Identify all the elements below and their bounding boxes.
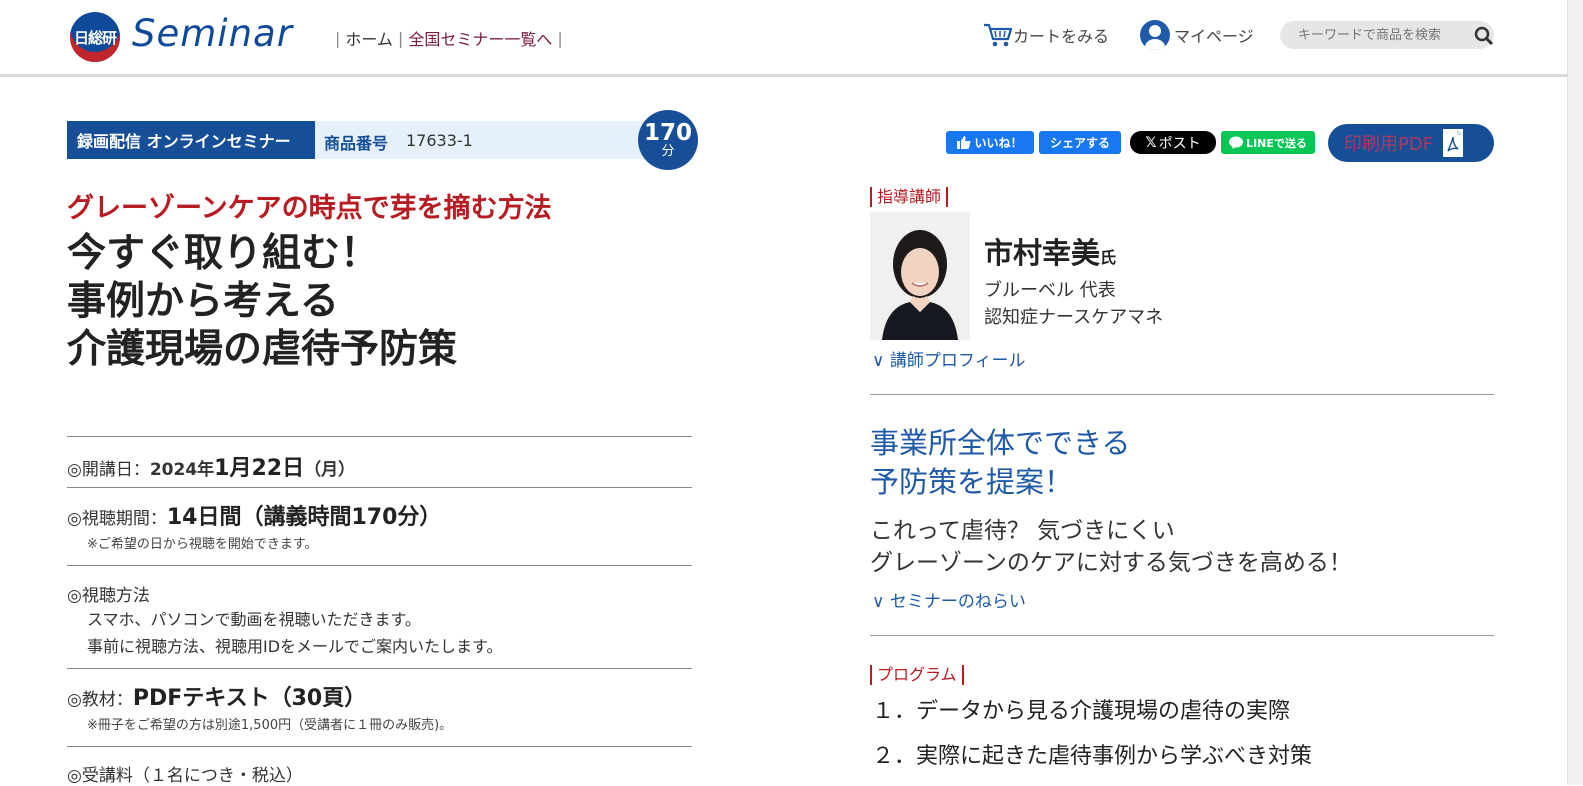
instructor-role: ブルーベル 代表 認知症ナースケアマネ	[984, 277, 1163, 331]
instructor-name: 市村幸美氏	[984, 230, 1116, 272]
instructor-photo	[870, 212, 970, 340]
duration-unit: 分	[661, 144, 675, 159]
program-section-label: プログラム	[870, 665, 964, 685]
fee-label: ◎受講料（１名につき・税込）	[67, 766, 303, 786]
search-icon[interactable]	[1474, 25, 1494, 45]
post-label: ポスト	[1158, 135, 1201, 152]
info-material: ◎教材：PDFテキスト（30頁） ※冊子をご希望の方は別途1,500円（受講者に…	[67, 668, 692, 746]
pdf-file-icon	[1443, 129, 1464, 157]
duration-badge: 170 分	[638, 110, 698, 170]
cart-link[interactable]: カートをみる	[983, 22, 1109, 48]
chevron-down-icon: ∨	[872, 592, 885, 612]
instructor-name-text: 市村幸美	[984, 236, 1101, 270]
seminar-aim-link[interactable]: ∨ セミナーのねらい	[872, 587, 1026, 612]
brand-logo-text[interactable]: Seminar	[132, 12, 293, 55]
divider	[870, 394, 1494, 395]
scrollbar[interactable]	[1567, 0, 1583, 785]
mypage-label: マイページ	[1174, 27, 1254, 46]
info-method: ◎視聴方法 スマホ、パソコンで動画を視聴いただきます。 事前に視聴方法、視聴用I…	[67, 565, 692, 668]
seminar-subtitle: グレーゾーンケアの時点で芽を摘む方法	[67, 193, 552, 224]
aim-link-label: セミナーのねらい	[889, 592, 1026, 612]
method-label: ◎視聴方法	[67, 586, 150, 606]
like-label: いいね！	[974, 136, 1023, 150]
aim-description-line: これって虐待？ 気づきにくい	[870, 518, 1175, 544]
date-year: 2024年	[149, 460, 215, 480]
seminar-type-badge: 録画配信 オンラインセミナー	[67, 121, 315, 159]
info-date: ◎開講日：2024年1月22日（月）	[67, 436, 692, 487]
cart-icon	[984, 23, 1013, 47]
period-note: ※ご希望の日から視聴を開始できます。	[87, 537, 318, 552]
material-note: ※冊子をご希望の方は別途1,500円（受講者に１冊のみ販売)。	[87, 718, 453, 733]
chevron-down-icon: ∨	[872, 351, 885, 371]
divider	[870, 635, 1494, 636]
instructor-honorific: 氏	[1100, 248, 1117, 267]
x-logo-icon: 𝕏	[1145, 134, 1157, 151]
line-share-button[interactable]: LINEで送る	[1221, 131, 1315, 154]
instructor-role-line: 認知症ナースケアマネ	[984, 307, 1164, 328]
title-line: 介護現場の虐待予防策	[67, 327, 458, 372]
thumbs-up-icon	[957, 136, 971, 149]
logo-mark[interactable]: 日総研	[70, 12, 120, 62]
info-fee: ◎受講料（１名につき・税込）	[67, 746, 692, 786]
print-pdf-button[interactable]: 印刷用PDF	[1328, 124, 1494, 162]
period-value: 14日間（講義時間170分）	[166, 505, 442, 530]
user-icon	[1140, 20, 1170, 50]
nav-divider: |	[397, 28, 404, 48]
global-nav: | ホーム | 全国セミナー一覧へ |	[330, 26, 568, 50]
info-period: ◎視聴期間：14日間（講義時間170分） ※ご希望の日から視聴を開始できます。	[67, 487, 692, 565]
method-line: 事前に視聴方法、視聴用IDをメールでご案内いたします。	[87, 637, 503, 656]
program-item: １．データから見る介護現場の虐待の実際	[872, 699, 1291, 724]
date-day: （月）	[304, 460, 356, 480]
search-input[interactable]	[1296, 26, 1468, 44]
nav-home-link[interactable]: ホーム	[345, 26, 393, 50]
site-header: 日総研 Seminar | ホーム | 全国セミナー一覧へ | カートをみる マ…	[0, 0, 1568, 77]
cart-label: カートをみる	[1013, 27, 1110, 46]
nav-all-seminars-link[interactable]: 全国セミナー一覧へ	[408, 26, 552, 50]
nav-divider: |	[557, 28, 563, 48]
seminar-title: 今すぐ取り組む！ 事例から考える 介護現場の虐待予防策	[67, 230, 457, 374]
instructor-section-label: 指導講師	[870, 187, 949, 207]
nav-divider: |	[335, 28, 341, 48]
mypage-link[interactable]: マイページ	[1140, 20, 1254, 50]
duration-minutes: 170	[643, 120, 692, 146]
aim-heading-line: 事業所全体でできる	[870, 426, 1131, 460]
date-label: ◎開講日：	[67, 460, 150, 480]
program-item: ２．実際に起きた虐待事例から学ぶべき対策	[872, 744, 1313, 769]
date-main: 1月22日	[214, 456, 305, 481]
material-value: PDFテキスト（30頁）	[132, 686, 367, 711]
aim-heading: 事業所全体でできる 予防策を提案！	[870, 424, 1130, 502]
line-label: LINEで送る	[1246, 136, 1307, 150]
x-post-button[interactable]: 𝕏 ポスト	[1130, 131, 1216, 154]
period-label: ◎視聴期間：	[67, 509, 167, 529]
facebook-share-button[interactable]: シェアする	[1039, 131, 1121, 154]
product-number: 17633-1	[406, 131, 473, 150]
aim-description: これって虐待？ 気づきにくい グレーゾーンのケアに対する気づきを高める！	[870, 515, 1352, 579]
instructor-profile-link[interactable]: ∨ 講師プロフィール	[872, 346, 1026, 371]
line-icon	[1229, 136, 1244, 149]
search-box	[1280, 21, 1494, 49]
title-line: 今すぐ取り組む！	[67, 231, 380, 276]
instructor-role-line: ブルーベル 代表	[984, 280, 1116, 301]
share-label: シェアする	[1049, 136, 1110, 150]
pdf-label: 印刷用PDF	[1344, 134, 1434, 155]
profile-link-label: 講師プロフィール	[889, 351, 1026, 371]
material-label: ◎教材：	[67, 690, 133, 710]
facebook-like-button[interactable]: いいね！	[946, 131, 1034, 154]
title-line: 事例から考える	[67, 279, 339, 324]
aim-description-line: グレーゾーンのケアに対する気づきを高める！	[870, 550, 1352, 576]
product-number-label: 商品番号	[324, 134, 389, 153]
aim-heading-line: 予防策を提案！	[870, 465, 1074, 499]
method-line: スマホ、パソコンで動画を視聴いただきます。	[87, 610, 421, 629]
